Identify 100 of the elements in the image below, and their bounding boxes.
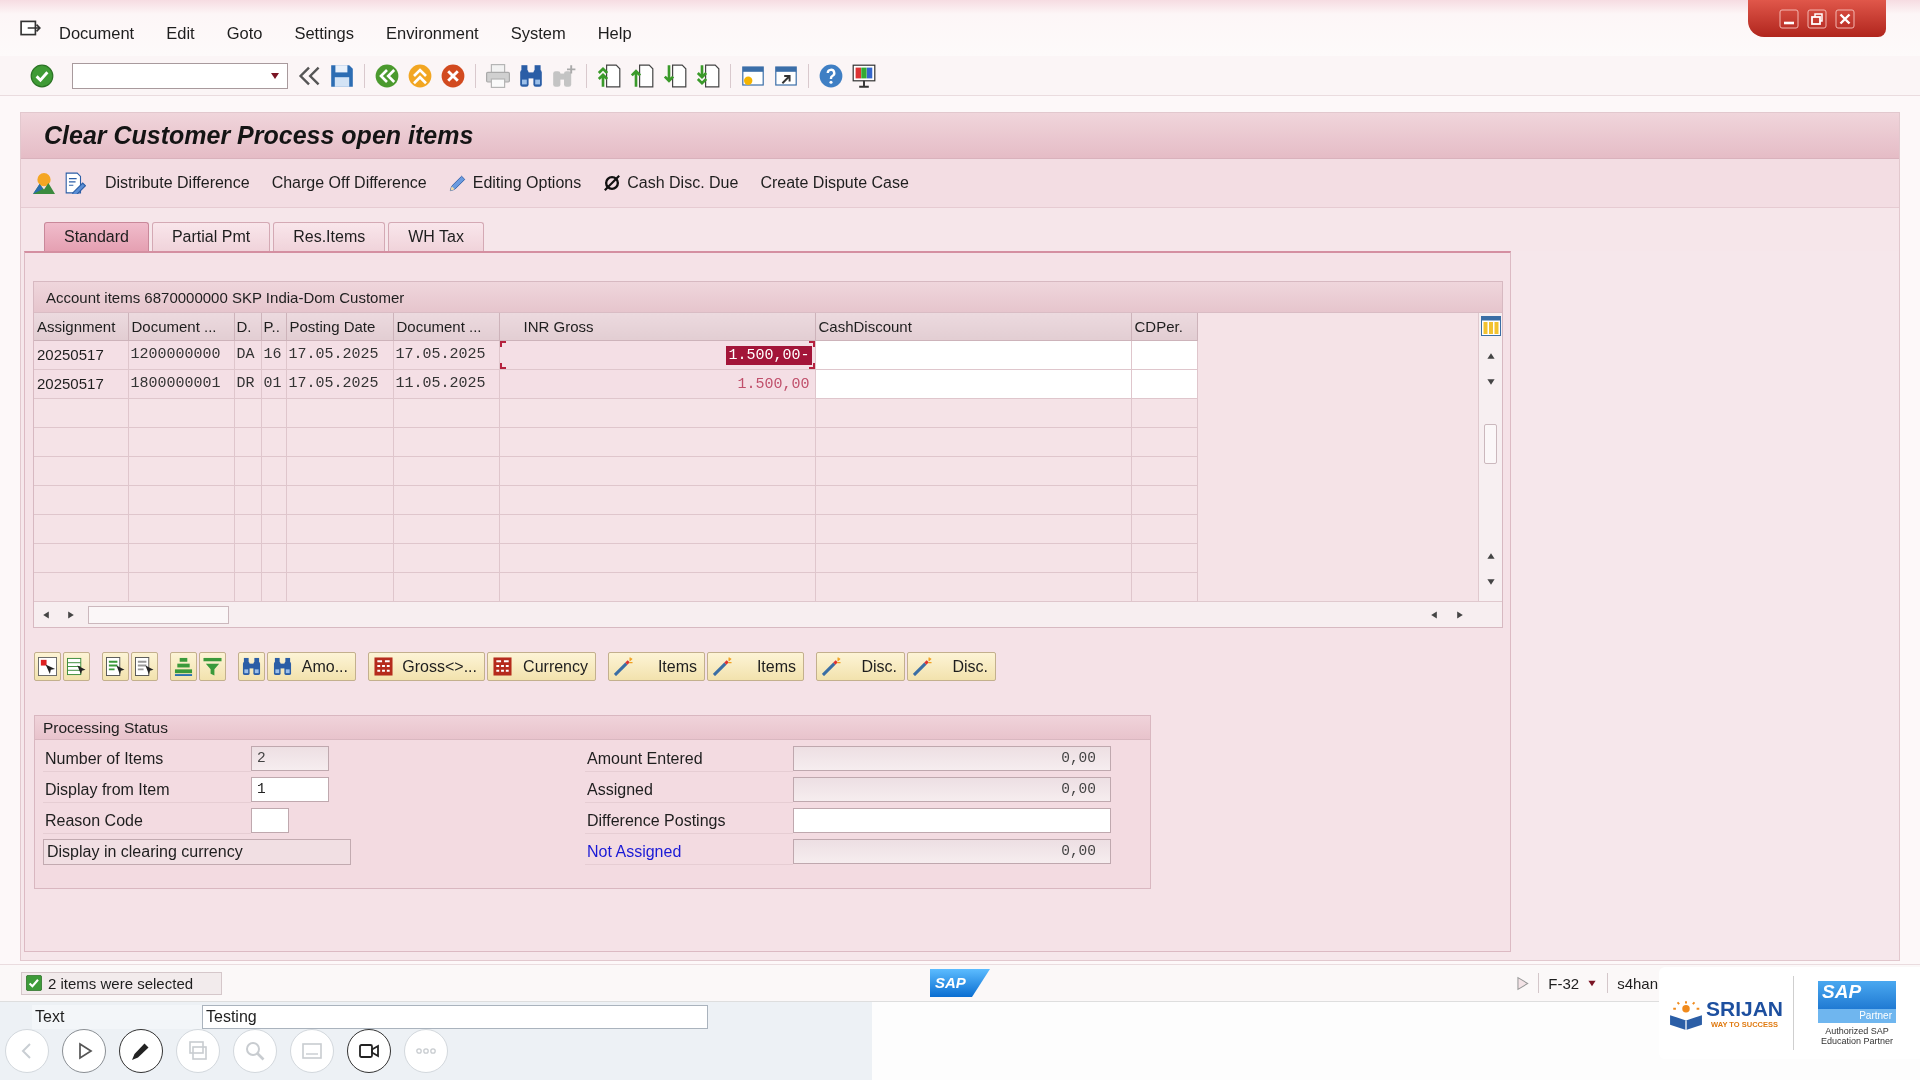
- arrow-up-icon[interactable]: [1485, 552, 1496, 560]
- box-arrow-icon[interactable]: [20, 18, 42, 38]
- menu-item[interactable]: Environment: [386, 23, 479, 43]
- toolbar-button[interactable]: Distribute Difference: [95, 168, 260, 198]
- toolbar-button[interactable]: Currency: [487, 652, 596, 681]
- toolbar-button[interactable]: Cash Disc. Due: [593, 168, 749, 198]
- toolbar-button[interactable]: Editing Options: [438, 168, 592, 198]
- menu-item[interactable]: Settings: [294, 23, 355, 43]
- page-up-icon[interactable]: [630, 63, 654, 88]
- magic-wand-icon: [913, 657, 932, 676]
- toolbar-button[interactable]: [102, 652, 129, 681]
- column-settings-icon[interactable]: [1480, 316, 1501, 336]
- command-field[interactable]: [72, 62, 288, 89]
- table-input-field[interactable]: [1131, 340, 1197, 369]
- close-icon[interactable]: [1835, 8, 1855, 29]
- pencil-document-icon[interactable]: [64, 172, 86, 194]
- badge-title: SAP: [1821, 980, 1863, 1003]
- help-icon[interactable]: [819, 63, 843, 88]
- toolbar-button[interactable]: [131, 652, 158, 681]
- input-field[interactable]: [793, 808, 1111, 833]
- toolbar-button[interactable]: [238, 652, 265, 681]
- toolbar-button[interactable]: Amo...: [267, 652, 356, 681]
- save-icon[interactable]: [330, 63, 354, 88]
- input-field[interactable]: [251, 808, 289, 833]
- column-header[interactable]: INR Gross: [499, 313, 815, 340]
- toolbar-button[interactable]: [63, 652, 90, 681]
- menu-item[interactable]: Goto: [226, 23, 263, 43]
- scrollbar-thumb[interactable]: [88, 605, 229, 624]
- toolbar-button[interactable]: Items: [608, 652, 705, 681]
- page-double-down-icon[interactable]: [696, 63, 720, 88]
- restore-icon[interactable]: [1807, 8, 1827, 29]
- toolbar-button[interactable]: [34, 652, 61, 681]
- table-cell: 20250517: [34, 369, 128, 398]
- system-name: s4han: [1617, 974, 1658, 992]
- table-input-field[interactable]: [815, 340, 1131, 369]
- table-cell: 1200000000: [128, 340, 234, 369]
- badge-subtitle: Partner: [1818, 1008, 1896, 1023]
- currency-toggle-button[interactable]: Display in clearing currency: [43, 838, 351, 865]
- text-field[interactable]: Testing: [202, 1005, 708, 1029]
- toolbar-button[interactable]: Create Dispute Case: [750, 168, 919, 198]
- binoculars-icon: [242, 657, 261, 676]
- column-header[interactable]: P..: [261, 313, 286, 340]
- tab[interactable]: Res.Items: [273, 222, 386, 251]
- page-double-up-icon[interactable]: [597, 63, 621, 88]
- table-input-field[interactable]: [815, 369, 1131, 398]
- menu-item[interactable]: Help: [597, 23, 632, 43]
- readonly-field: 2: [251, 746, 329, 771]
- menu-item[interactable]: System: [510, 23, 566, 43]
- brand-name: SRIJAN: [1706, 997, 1783, 1020]
- column-header[interactable]: Document ...: [128, 313, 234, 340]
- arrow-down-icon[interactable]: [1485, 378, 1496, 386]
- input-field[interactable]: 1: [251, 777, 329, 802]
- column-header[interactable]: D.: [234, 313, 261, 340]
- menu-item[interactable]: Edit: [166, 23, 195, 43]
- table-cell: 17.05.2025: [393, 340, 499, 369]
- check-icon[interactable]: [30, 63, 54, 88]
- menu-item[interactable]: Document: [59, 23, 135, 43]
- tab[interactable]: Partial Pmt: [151, 222, 271, 251]
- column-header[interactable]: Posting Date: [286, 313, 393, 340]
- toolbar-button[interactable]: Disc.: [816, 652, 905, 681]
- screen-title: Clear Customer Process open items: [44, 121, 474, 150]
- column-header[interactable]: CashDiscount: [815, 313, 1131, 340]
- arrow-right-icon[interactable]: [1456, 609, 1464, 620]
- scrollbar-thumb[interactable]: [1484, 424, 1497, 464]
- table-title: Account items 6870000000 SKP India-Dom Customer: [34, 282, 1502, 313]
- page-down-icon[interactable]: [663, 63, 687, 88]
- back-icon[interactable]: [375, 63, 399, 88]
- caret-icon[interactable]: [269, 70, 281, 81]
- arrow-left-icon[interactable]: [1430, 609, 1438, 620]
- record-button[interactable]: [347, 1029, 391, 1073]
- tab[interactable]: Standard: [44, 222, 149, 251]
- arrow-up-icon[interactable]: [1485, 352, 1496, 360]
- table-cell: 20250517: [34, 340, 128, 369]
- calculator-icon: [374, 657, 393, 676]
- binoculars-icon[interactable]: [519, 63, 543, 88]
- table-input-field[interactable]: [1131, 369, 1197, 398]
- cancel-icon[interactable]: [441, 63, 465, 88]
- toolbar-button[interactable]: Items: [707, 652, 804, 681]
- arrow-right-icon[interactable]: [67, 609, 75, 620]
- transaction-code: F-32: [1548, 974, 1580, 992]
- magic-wand-icon: [822, 657, 841, 676]
- table-cell: 17.05.2025: [286, 369, 393, 398]
- pen-button[interactable]: [119, 1029, 163, 1073]
- toolbar-button[interactable]: Gross<>...: [368, 652, 485, 681]
- column-header[interactable]: CDPer.: [1131, 313, 1197, 340]
- status-text: 2 items were selected: [48, 974, 194, 992]
- play-button[interactable]: [62, 1029, 106, 1073]
- toolbar-button[interactable]: Disc.: [907, 652, 996, 681]
- table-cursor-icon: [67, 657, 86, 676]
- minimize-icon[interactable]: [1779, 8, 1799, 29]
- tab[interactable]: WH Tax: [388, 222, 484, 251]
- monitor-icon[interactable]: [852, 63, 876, 88]
- column-header[interactable]: Document ...: [393, 313, 499, 340]
- sun-hills-icon[interactable]: [33, 172, 55, 194]
- panel-title: Processing Status: [35, 716, 1150, 740]
- arrow-left-icon[interactable]: [42, 609, 50, 620]
- column-header[interactable]: Assignment: [34, 313, 128, 340]
- arrow-down-icon[interactable]: [1485, 578, 1496, 586]
- toolbar-button[interactable]: Charge Off Difference: [261, 168, 437, 198]
- magic-wand-icon: [713, 657, 732, 676]
